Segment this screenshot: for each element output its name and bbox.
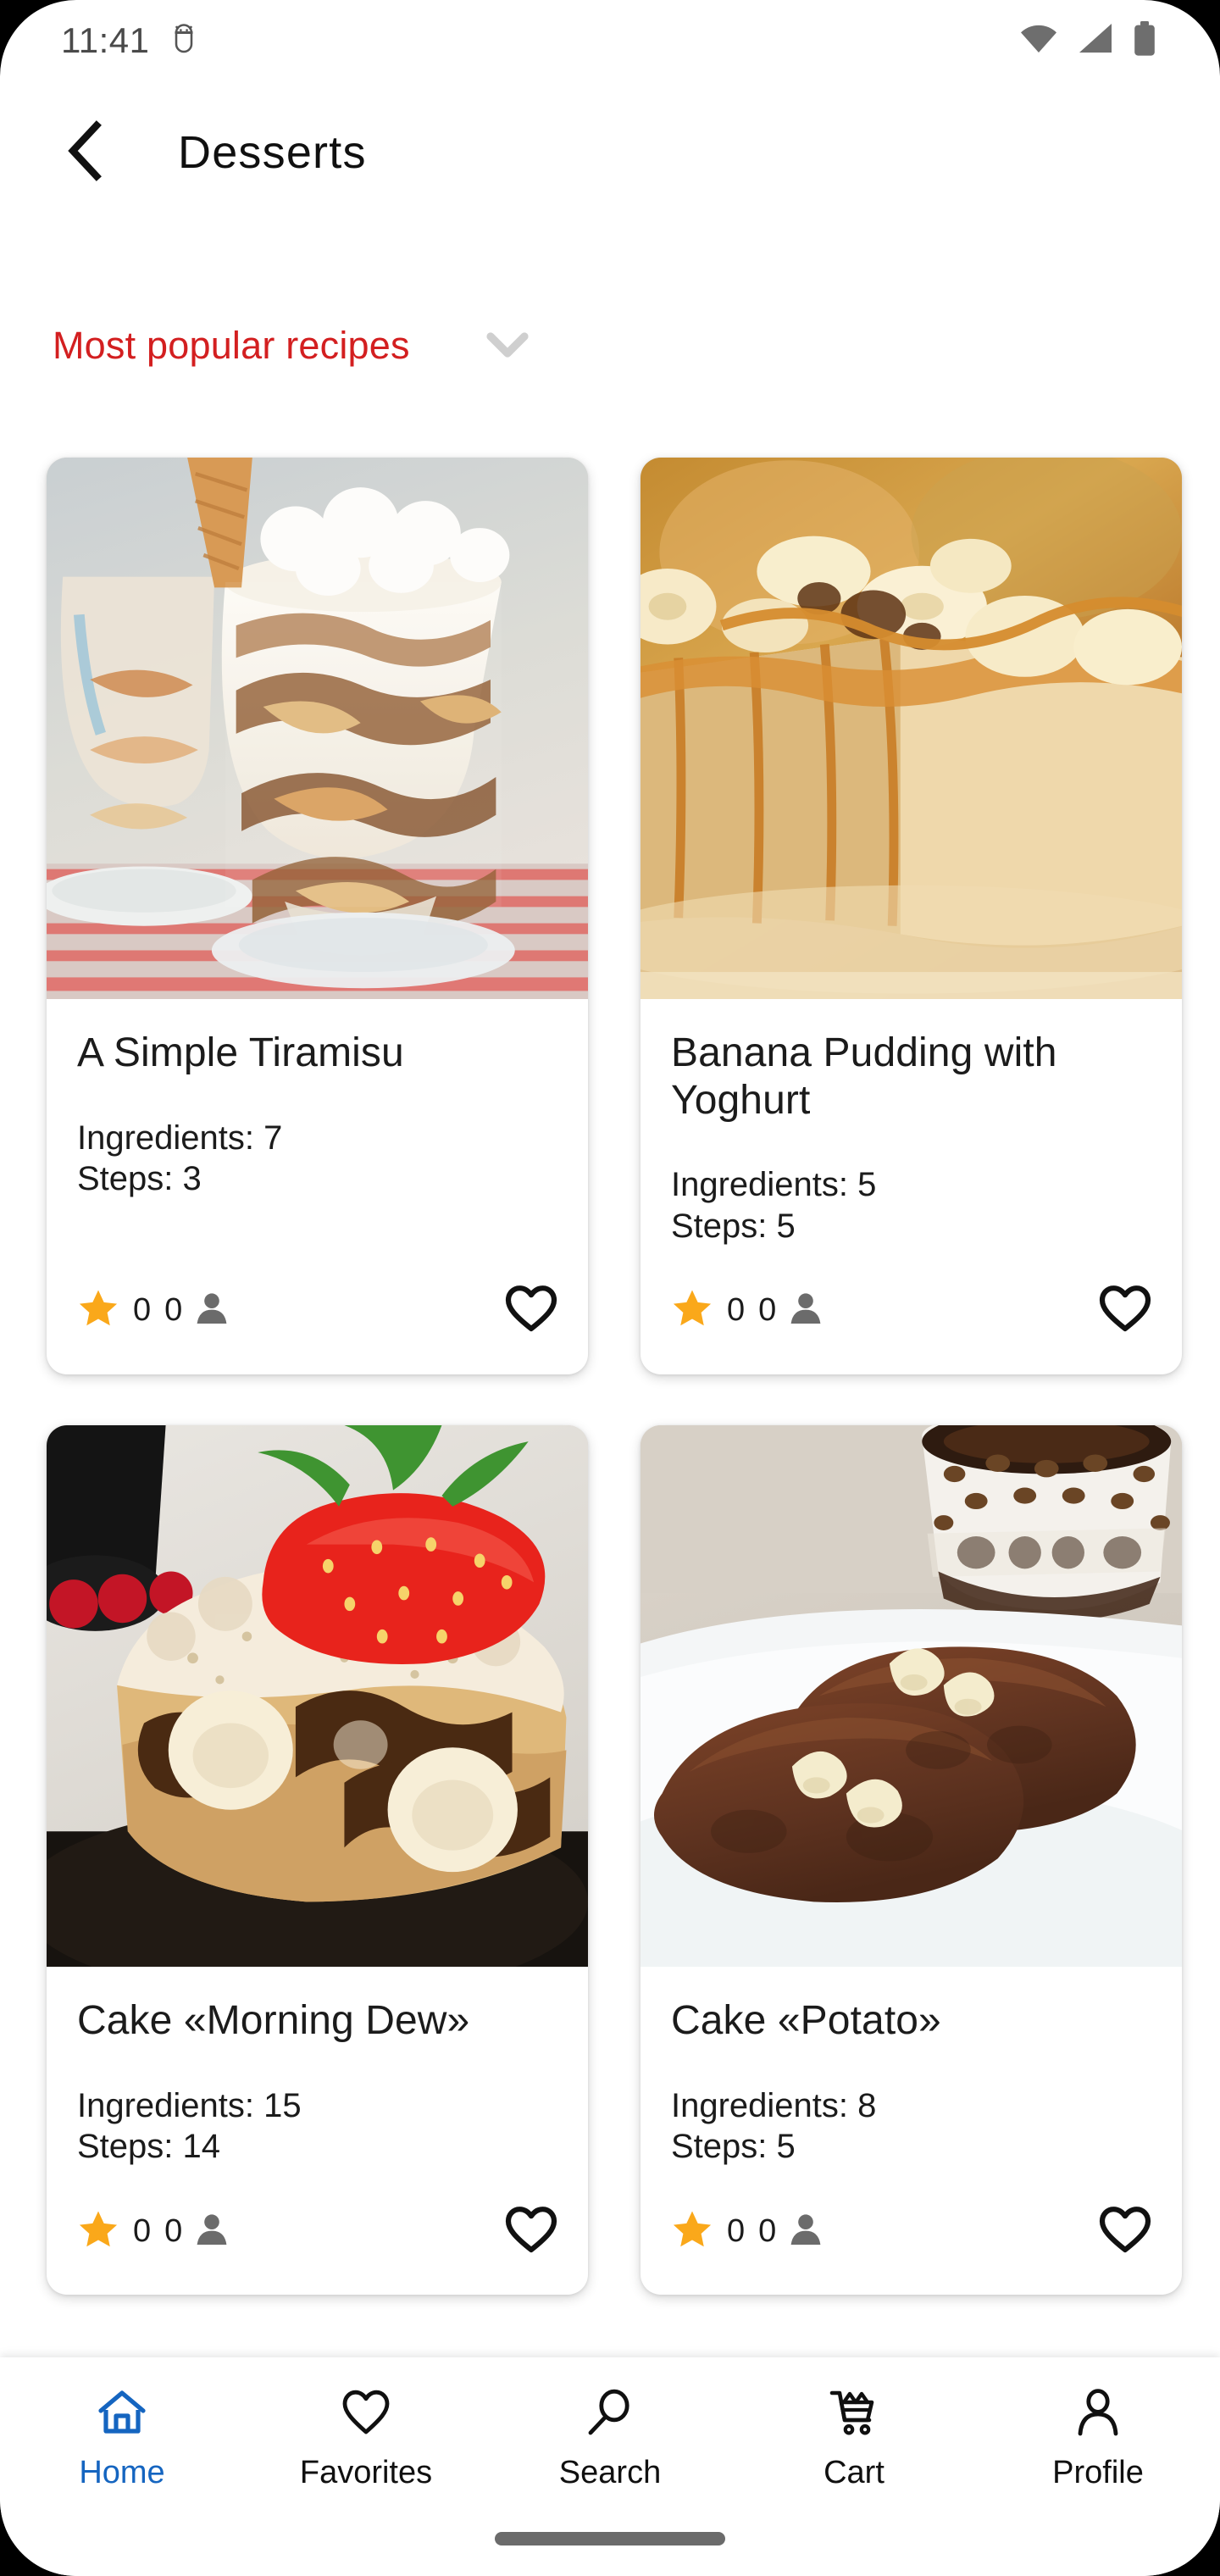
recipe-title: Banana Pudding with Yoghurt [671, 1030, 1057, 1123]
person-icon [790, 2212, 822, 2251]
chevron-down-icon[interactable] [478, 316, 537, 375]
person-icon [1073, 2388, 1123, 2441]
votes-value: 0 [758, 2212, 777, 2249]
star-icon [77, 2209, 119, 2254]
votes-value: 0 [758, 1292, 777, 1329]
rating-group: 0 0 [77, 1288, 228, 1333]
nav-label-cart: Cart [824, 2455, 884, 2490]
recipe-steps: Steps: 14 [77, 2128, 221, 2166]
person-icon [196, 2212, 228, 2251]
recipe-card-footer: 0 0 [47, 2168, 588, 2295]
recipe-ingredients: Ingredients: 7 [77, 1119, 283, 1157]
nav-label-home: Home [79, 2455, 165, 2490]
recipe-grid: A Simple Tiramisu Ingredients: 7 Steps: … [47, 458, 1182, 2296]
heart-icon [505, 2205, 557, 2258]
nav-item-profile[interactable]: Profile [976, 2388, 1220, 2491]
nav-item-search[interactable]: Search [488, 2388, 732, 2491]
recipe-meta: Ingredients: 7 Steps: 3 [77, 1118, 557, 1201]
heart-icon [341, 2388, 391, 2441]
recipe-meta: Ingredients: 8 Steps: 5 [671, 2085, 1151, 2168]
recipe-steps: Steps: 5 [671, 1208, 796, 1246]
favorite-button[interactable] [505, 2205, 557, 2258]
heart-icon [1099, 1284, 1151, 1337]
home-icon [97, 2388, 147, 2441]
rating-value: 0 [133, 1292, 152, 1329]
recipe-card-body: Cake «Morning Dew» Ingredients: 15 Steps… [47, 1967, 588, 2168]
recipe-card[interactable]: A Simple Tiramisu Ingredients: 7 Steps: … [47, 458, 588, 1374]
star-icon [671, 2209, 713, 2254]
recipe-steps: Steps: 3 [77, 1160, 202, 1198]
recipe-card-body: Banana Pudding with Yoghurt Ingredients:… [640, 999, 1182, 1247]
recipe-card-body: Cake «Potato» Ingredients: 8 Steps: 5 [640, 1967, 1182, 2168]
rating-value: 0 [727, 2212, 746, 2249]
status-bar: 11:41 [0, 0, 1220, 81]
rating-group: 0 0 [77, 2209, 228, 2254]
status-bar-left: 11:41 [61, 20, 199, 61]
recipe-card-footer: 0 0 [640, 1247, 1182, 1374]
nav-label-profile: Profile [1052, 2455, 1144, 2490]
recipe-card-body: A Simple Tiramisu Ingredients: 7 Steps: … [47, 999, 588, 1247]
nav-item-favorites[interactable]: Favorites [244, 2388, 488, 2491]
recipe-card[interactable]: Cake «Potato» Ingredients: 8 Steps: 5 0 … [640, 1424, 1182, 2296]
android-head-icon [169, 22, 199, 60]
cellular-signal-icon [1076, 22, 1115, 60]
votes-value: 0 [164, 1292, 183, 1329]
rating-group: 0 0 [671, 1288, 822, 1333]
recipe-ingredients: Ingredients: 8 [671, 2086, 877, 2124]
home-indicator[interactable] [495, 2532, 725, 2545]
recipe-card[interactable]: Banana Pudding with Yoghurt Ingredients:… [640, 458, 1182, 1374]
recipe-image-potato-cake [640, 1424, 1182, 1967]
nav-label-favorites: Favorites [299, 2455, 433, 2490]
recipe-meta: Ingredients: 15 Steps: 14 [77, 2085, 557, 2168]
person-icon [790, 1291, 822, 1330]
recipe-card-footer: 0 0 [47, 1247, 588, 1374]
favorite-button[interactable] [1099, 1284, 1151, 1337]
recipe-title: A Simple Tiramisu [77, 1030, 404, 1075]
recipe-ingredients: Ingredients: 5 [671, 1166, 877, 1204]
rating-value: 0 [727, 1292, 746, 1329]
app-bar: Desserts [0, 93, 1220, 212]
back-button[interactable] [34, 102, 136, 203]
recipe-image-tiramisu [47, 458, 588, 999]
wifi-icon [1018, 22, 1059, 60]
search-icon [585, 2388, 635, 2441]
recipe-steps: Steps: 5 [671, 2128, 796, 2166]
filter-row[interactable]: Most popular recipes [0, 312, 1220, 380]
recipe-card-footer: 0 0 [640, 2168, 1182, 2295]
rating-group: 0 0 [671, 2209, 822, 2254]
bottom-navigation: Home Favorites Search Cart Profile [0, 2357, 1220, 2576]
battery-icon [1132, 20, 1157, 62]
cart-icon [829, 2388, 879, 2441]
rating-value: 0 [133, 2212, 152, 2249]
status-bar-right [1018, 20, 1157, 62]
filter-label[interactable]: Most popular recipes [53, 324, 410, 368]
heart-icon [505, 1284, 557, 1337]
star-icon [671, 1288, 713, 1333]
chevron-left-icon [61, 119, 108, 186]
person-icon [196, 1291, 228, 1330]
recipe-image-banana-pudding [640, 458, 1182, 999]
nav-label-search: Search [558, 2455, 662, 2490]
recipe-meta: Ingredients: 5 Steps: 5 [671, 1164, 1151, 1247]
heart-icon [1099, 2205, 1151, 2258]
nav-item-home[interactable]: Home [0, 2388, 244, 2491]
phone-screen: 11:41 Desserts Most popular recipes A Si… [0, 0, 1220, 2576]
favorite-button[interactable] [505, 1284, 557, 1337]
nav-item-cart[interactable]: Cart [732, 2388, 976, 2491]
recipe-title: Cake «Potato» [671, 1997, 941, 2043]
status-bar-clock: 11:41 [61, 20, 150, 60]
recipe-image-morning-dew [47, 1424, 588, 1967]
favorite-button[interactable] [1099, 2205, 1151, 2258]
recipe-card[interactable]: Cake «Morning Dew» Ingredients: 15 Steps… [47, 1424, 588, 2296]
page-title: Desserts [178, 127, 367, 178]
star-icon [77, 1288, 119, 1333]
votes-value: 0 [164, 2212, 183, 2249]
recipe-ingredients: Ingredients: 15 [77, 2086, 302, 2124]
recipe-title: Cake «Morning Dew» [77, 1997, 470, 2043]
